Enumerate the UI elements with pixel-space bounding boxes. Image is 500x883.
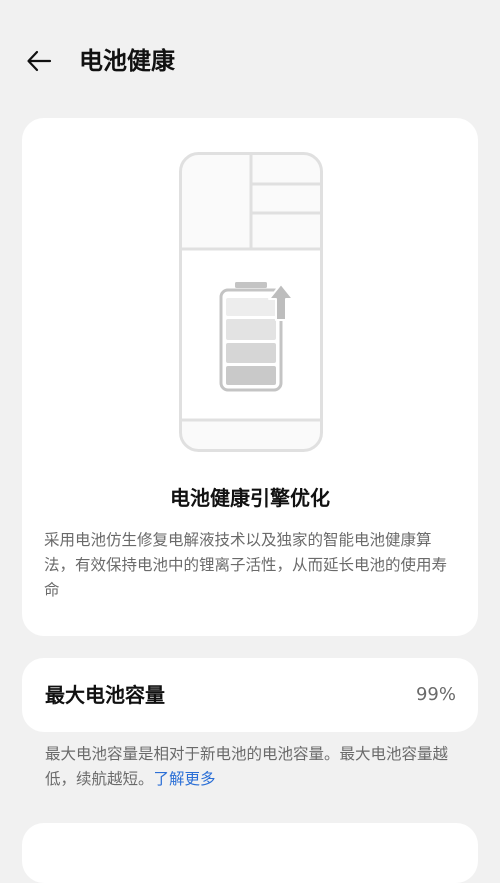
max-capacity-row[interactable]: 最大电池容量 99% bbox=[22, 658, 478, 732]
page-title: 电池健康 bbox=[79, 47, 175, 75]
back-button[interactable] bbox=[22, 44, 56, 78]
battery-engine-card: 电池健康引擎优化 采用电池仿生修复电解液技术以及独家的智能电池健康算法，有效保持… bbox=[22, 118, 478, 636]
max-capacity-value: 99% bbox=[415, 684, 456, 705]
capacity-note: 最大电池容量是相对于新电池的电池容量。最大电池容量越低，续航越短。了解更多 bbox=[45, 742, 459, 792]
learn-more-link[interactable]: 了解更多 bbox=[154, 770, 216, 788]
hero-description: 采用电池仿生修复电解液技术以及独家的智能电池健康算法，有效保持电池中的锂离子活性… bbox=[44, 531, 448, 599]
next-settings-card bbox=[22, 823, 478, 883]
max-capacity-label: 最大电池容量 bbox=[45, 683, 165, 707]
phone-battery-illustration bbox=[179, 152, 323, 452]
battery-upgrade-icon bbox=[219, 282, 294, 392]
hero-title: 电池健康引擎优化 bbox=[170, 486, 330, 510]
app-header: 电池健康 bbox=[0, 0, 500, 120]
arrow-left-icon bbox=[27, 50, 52, 72]
capacity-note-text: 最大电池容量是相对于新电池的电池容量。最大电池容量越低，续航越短。 bbox=[45, 745, 449, 788]
